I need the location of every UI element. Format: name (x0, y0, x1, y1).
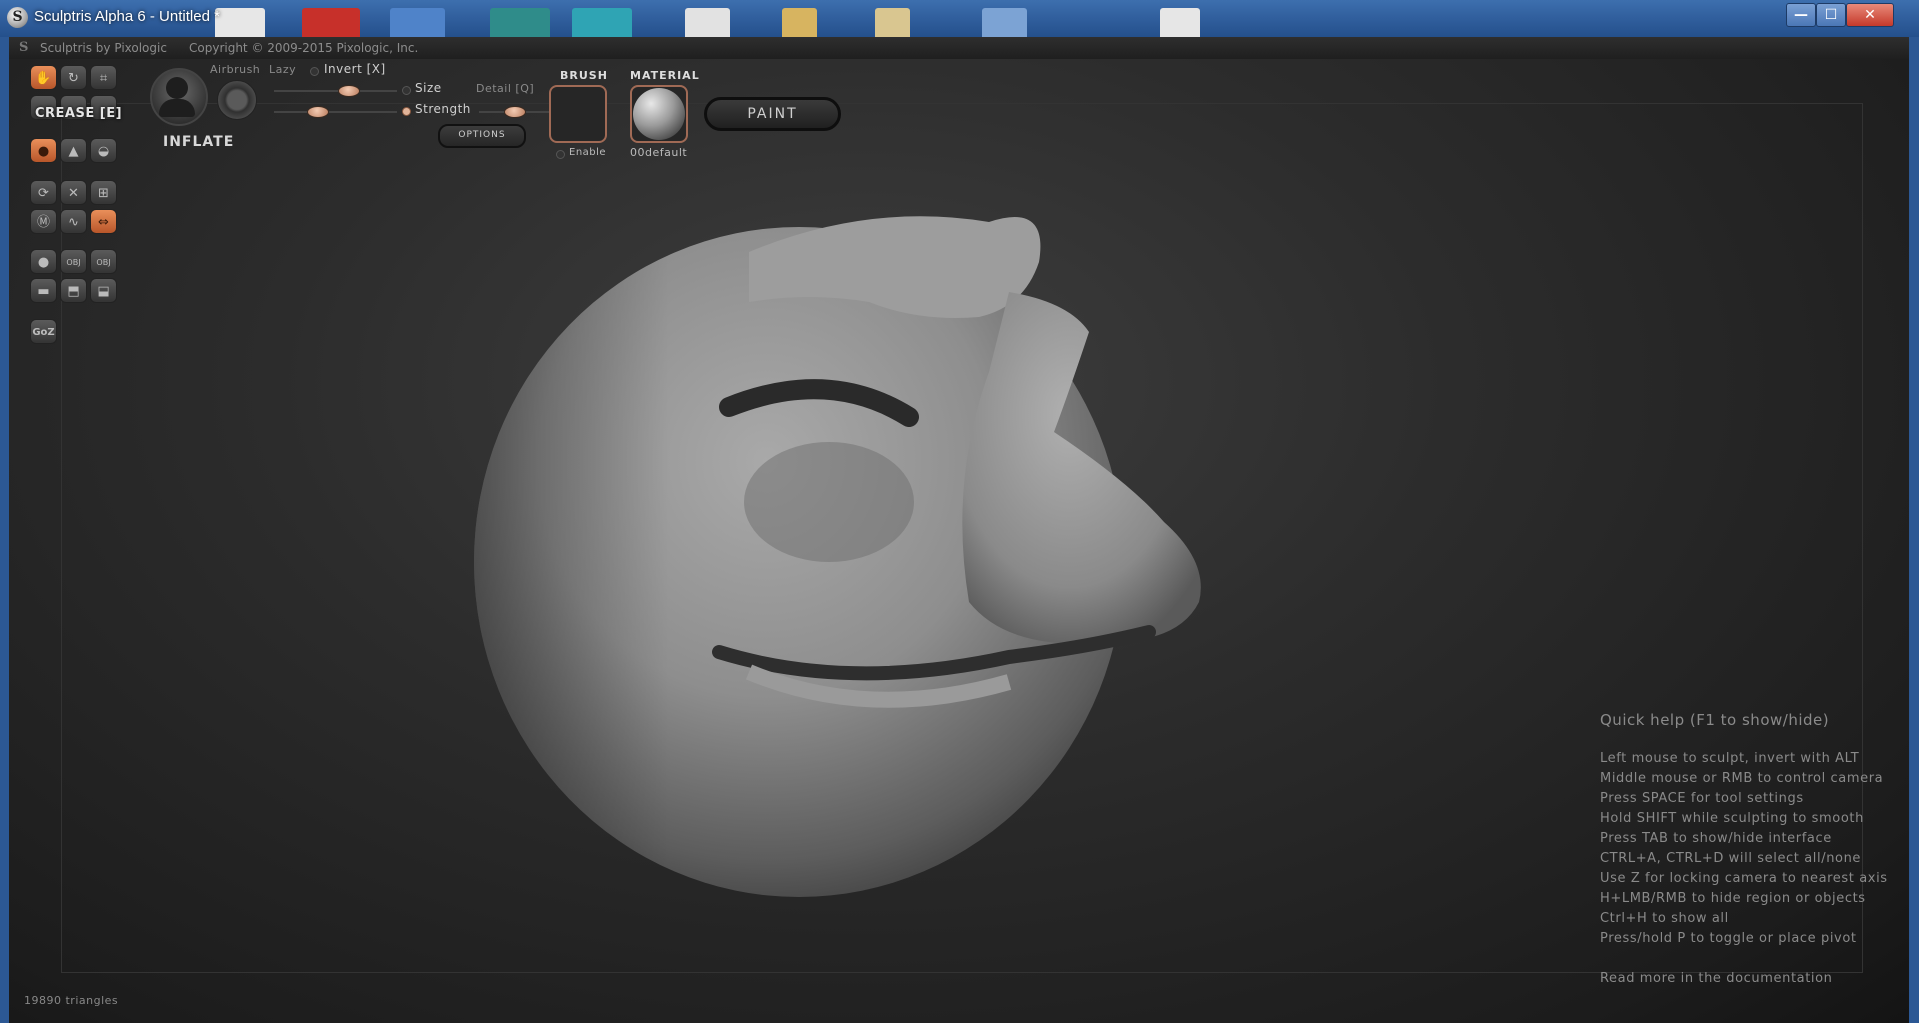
invert-label[interactable]: Invert [X] (324, 62, 386, 76)
copyright-text: Copyright © 2009-2015 Pixologic, Inc. (189, 41, 419, 55)
wireframe-off-button[interactable]: ✕ (60, 180, 87, 205)
rotate-tool-button[interactable]: ↻ (60, 65, 87, 90)
save-file-button[interactable]: ⬓ (90, 278, 117, 303)
quick-help-title: Quick help (F1 to show/hide) (1600, 711, 1830, 729)
invert-radio[interactable] (310, 67, 319, 76)
quick-help-line: Hold SHIFT while sculpting to smooth (1600, 811, 1864, 826)
strength-slider[interactable] (274, 111, 397, 113)
sculptris-app-icon[interactable]: S (7, 7, 28, 28)
app-name: Sculptris by Pixologic (40, 41, 167, 55)
quick-help-line: Ctrl+H to show all (1600, 911, 1729, 926)
brush-slot-title: BRUSH (560, 69, 608, 82)
quick-help-line: Press SPACE for tool settings (1600, 791, 1804, 806)
detail-label[interactable]: Detail [Q] (476, 82, 534, 95)
strength-radio[interactable] (402, 107, 411, 116)
material-name: 00default (630, 146, 688, 159)
size-label[interactable]: Size (415, 81, 442, 95)
export-obj-button[interactable]: OBJ (90, 249, 117, 274)
crop-tool-button[interactable]: ⌗ (90, 65, 117, 90)
window-border-right (1909, 37, 1919, 1023)
pixologic-logo-icon: S (19, 40, 29, 55)
quick-help-line: Use Z for locking camera to nearest axis (1600, 871, 1888, 886)
symmetry-toggle-button[interactable]: ⇔ (90, 209, 117, 234)
size-slider[interactable] (274, 90, 397, 92)
tool-tooltip: CREASE [E] (35, 106, 123, 121)
quick-help-line: Middle mouse or RMB to control camera (1600, 771, 1884, 786)
detail-slider-knob[interactable] (504, 106, 526, 118)
material-slot-title: MATERIAL (630, 69, 700, 82)
thumb-computer-icon (390, 8, 445, 40)
strength-label[interactable]: Strength (415, 102, 471, 116)
brush-enable-radio[interactable] (556, 150, 565, 159)
brush-body-icon (159, 99, 195, 117)
quick-help-line: Left mouse to sculpt, invert with ALT (1600, 751, 1860, 766)
options-button[interactable]: OPTIONS (438, 124, 526, 148)
window-title-bar: S Sculptris Alpha 6 - Untitled * — ☐ ✕ (0, 0, 1919, 40)
inflate-tool-button[interactable]: ● (30, 138, 57, 163)
smooth-tool-button[interactable]: ◒ (90, 138, 117, 163)
wave-button[interactable]: ∿ (60, 209, 87, 234)
window-border-left (0, 37, 9, 1023)
strength-slider-knob[interactable] (307, 106, 330, 118)
quick-help-line: Press/hold P to toggle or place pivot (1600, 931, 1857, 946)
thumb-blue-file-icon (982, 8, 1027, 40)
current-tool-name: INFLATE (163, 134, 235, 150)
thumb-folder-icon (782, 8, 817, 40)
size-slider-knob[interactable] (337, 85, 360, 97)
material-sphere-icon (633, 88, 685, 140)
grab-tool-button[interactable]: ▲ (60, 138, 87, 163)
thumb-arduino-icon (572, 8, 632, 40)
size-radio[interactable] (402, 86, 411, 95)
new-sphere-button[interactable]: ● (30, 249, 57, 274)
goz-button[interactable]: GoZ (30, 319, 57, 344)
nose (962, 292, 1201, 644)
quick-help-line: CTRL+A, CTRL+D will select all/none (1600, 851, 1862, 866)
paint-button[interactable]: PAINT (704, 97, 841, 131)
airbrush-label[interactable]: Airbrush (210, 63, 260, 76)
thumb-teal-app-icon (490, 8, 550, 40)
quick-help-line: H+LMB/RMB to hide region or objects (1600, 891, 1866, 906)
thumb-archive-icon (875, 8, 910, 40)
mirror-button[interactable]: Ⓜ (30, 209, 57, 234)
import-obj-button[interactable]: OBJ (60, 249, 87, 274)
lazy-label[interactable]: Lazy (269, 63, 296, 76)
close-button[interactable]: ✕ (1846, 3, 1894, 27)
thumb-app-red-icon (302, 8, 360, 40)
new-plane-button[interactable]: ▬ (30, 278, 57, 303)
draw-tool-button[interactable]: ✋ (30, 65, 57, 90)
cheek-hollow (744, 442, 914, 562)
minimize-button[interactable]: — (1786, 3, 1816, 27)
sculptris-app: S Sculptris by Pixologic Copyright © 200… (9, 37, 1909, 1023)
open-file-button[interactable]: ⬒ (60, 278, 87, 303)
brush-enable-label[interactable]: Enable (569, 147, 606, 158)
thumb-white-icon (1160, 8, 1200, 40)
quick-help-line: Press TAB to show/hide interface (1600, 831, 1832, 846)
brush-head-icon (166, 77, 188, 99)
window-title: Sculptris Alpha 6 - Untitled * (34, 8, 220, 25)
sculpt-viewport[interactable] (449, 182, 1239, 902)
symmetry-tool-button[interactable]: ⟳ (30, 180, 57, 205)
taskbar-thumbnails (215, 4, 1215, 40)
triangle-count: 19890 triangles (24, 994, 119, 1007)
falloff-button[interactable] (217, 80, 257, 120)
thumb-file-icon (685, 8, 730, 40)
app-header: S Sculptris by Pixologic Copyright © 200… (9, 37, 1909, 59)
documentation-link[interactable]: Read more in the documentation (1600, 971, 1833, 986)
maximize-button[interactable]: ☐ (1816, 3, 1846, 27)
thumb-document-icon (215, 8, 265, 40)
wireframe-button[interactable]: ⊞ (90, 180, 117, 205)
brush-slot[interactable] (549, 85, 607, 143)
